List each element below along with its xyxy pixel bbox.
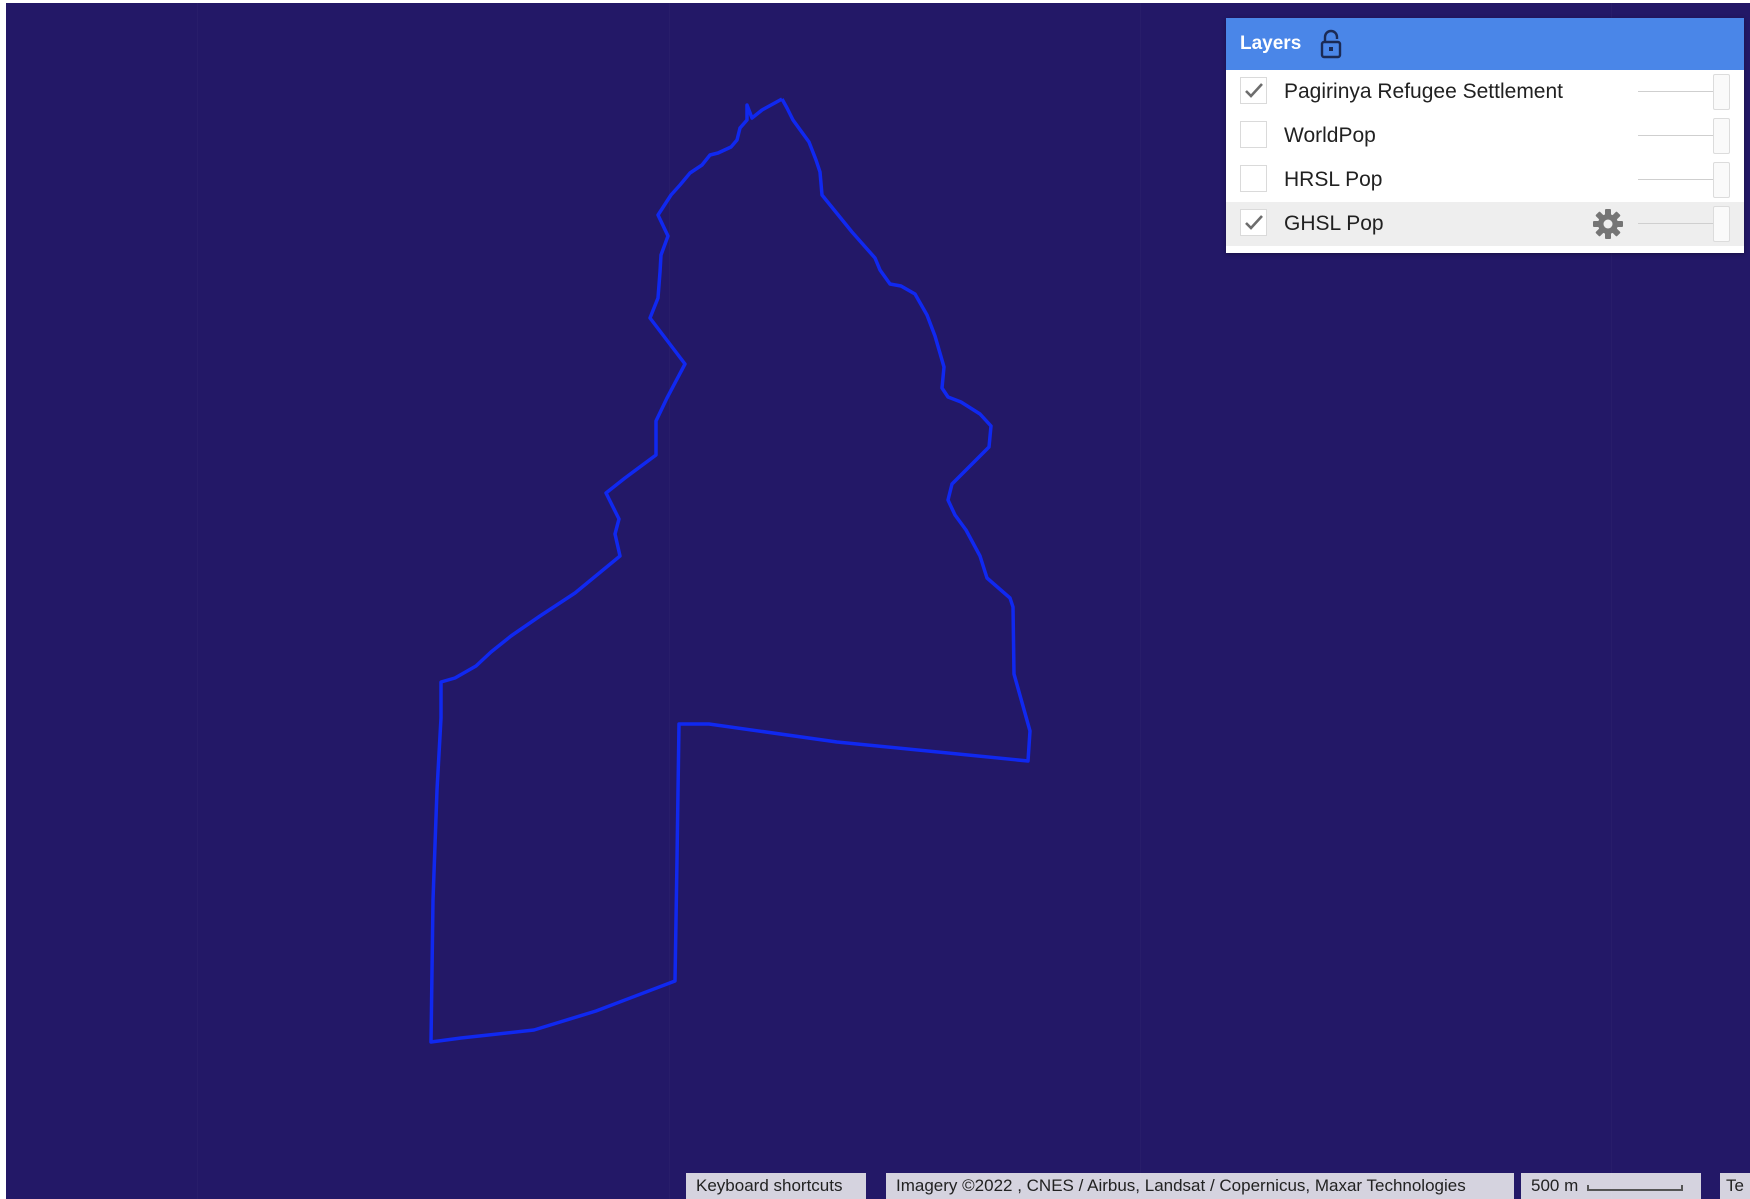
layers-panel: Layers Pagirinya Refugee Settlement Worl… [1226,18,1744,253]
opacity-slider-thumb[interactable] [1713,74,1730,110]
layer-row-worldpop[interactable]: WorldPop [1226,114,1744,158]
keyboard-shortcuts-link[interactable]: Keyboard shortcuts [686,1173,866,1199]
scale-label: 500 m [1531,1176,1579,1195]
layer-label: WorldPop [1284,124,1376,147]
layer-checkbox[interactable] [1240,165,1267,192]
layers-header[interactable]: Layers [1226,18,1744,70]
imagery-attribution: Imagery ©2022 , CNES / Airbus, Landsat /… [886,1173,1514,1199]
layer-label: HRSL Pop [1284,168,1383,191]
layer-row-pagirinya[interactable]: Pagirinya Refugee Settlement [1226,70,1744,114]
layer-checkbox[interactable] [1240,209,1267,236]
terms-link[interactable]: Te [1720,1173,1750,1199]
layer-checkbox[interactable] [1240,77,1267,104]
opacity-slider-track[interactable] [1638,223,1713,224]
lock-icon[interactable] [1319,29,1343,59]
layer-row-ghsl-pop[interactable]: GHSL Pop [1226,202,1744,246]
scale-control[interactable]: 500 m [1521,1173,1701,1199]
layer-label: GHSL Pop [1284,212,1384,235]
gear-icon[interactable] [1592,208,1624,240]
checkmark-icon [1245,215,1263,230]
layer-row-hrsl-pop[interactable]: HRSL Pop [1226,158,1744,202]
opacity-slider-track[interactable] [1638,179,1713,180]
settlement-boundary[interactable] [429,97,1032,1044]
checkmark-icon [1245,83,1263,98]
opacity-slider-track[interactable] [1638,91,1713,92]
opacity-slider-thumb[interactable] [1713,206,1730,242]
opacity-slider-track[interactable] [1638,135,1713,136]
scale-bar [1587,1185,1683,1191]
layers-title: Layers [1240,33,1302,54]
layer-checkbox[interactable] [1240,121,1267,148]
opacity-slider-thumb[interactable] [1713,162,1730,198]
opacity-slider-thumb[interactable] [1713,118,1730,154]
layer-label: Pagirinya Refugee Settlement [1284,80,1563,103]
